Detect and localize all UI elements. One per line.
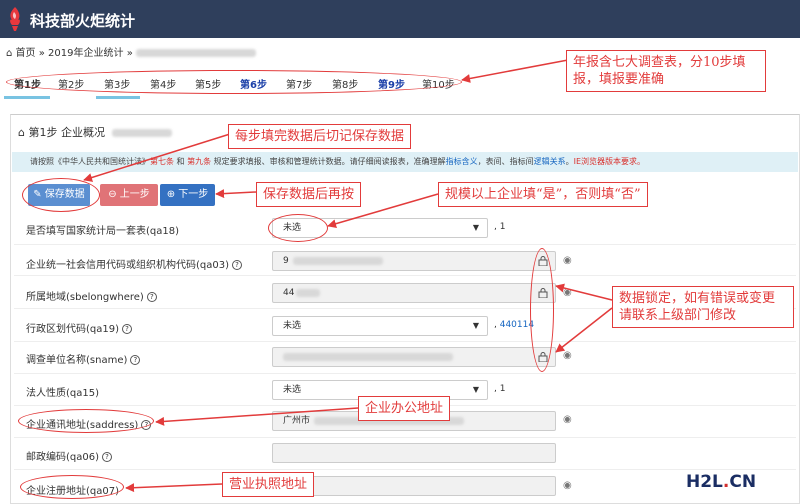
sname-field[interactable] (272, 347, 556, 367)
qa06-field[interactable] (272, 443, 556, 463)
previous-step-button[interactable]: ⊖ 上一步 (100, 184, 158, 206)
divider (14, 341, 796, 342)
belongwhere-label: 所属地域(sbelongwhere)? (26, 288, 157, 303)
help-icon[interactable]: ? (232, 260, 243, 270)
site-watermark: H2L.CN (686, 472, 756, 492)
notice-text: 请按照《中华人民共和国统计法》 (30, 157, 150, 166)
qa15-suffix: , 1 (494, 384, 506, 394)
dropdown-caret-icon: ▼ (472, 321, 479, 330)
help-icon[interactable]: ? (122, 324, 133, 334)
lock-annotation: 数据锁定，如有错误或变更请联系上级部门修改 (612, 286, 794, 328)
qa06-label-text: 邮政编码(qa06) (26, 452, 100, 463)
eye-icon[interactable]: ◉ (563, 287, 572, 298)
qa03-label: 企业统一社会信用代码或组织机构代码(qa03)? (26, 256, 243, 271)
breadcrumb-separator: » (126, 48, 133, 59)
qa19-suffix: , 440114 (494, 320, 534, 330)
license-address-annotation: 营业执照地址 (222, 472, 315, 497)
belongwhere-value: 44 (283, 288, 295, 298)
divider (14, 469, 796, 470)
qa19-label-text: 行政区划代码(qa19) (26, 324, 120, 335)
next-step-label: 下一步 (178, 189, 209, 200)
divider (14, 244, 796, 245)
qa03-value: 9 (283, 256, 289, 266)
eye-icon[interactable]: ◉ (563, 350, 572, 361)
qa03-label-text: 企业统一社会信用代码或组织机构代码(qa03) (26, 260, 230, 271)
top-bar: 科技部火炬统计 (0, 0, 800, 38)
notice-text: 规定要求填报、审核和管理统计数据。请仔细阅读报表，准确理解 (211, 157, 446, 166)
notice-law-9: 第九条 (187, 157, 212, 166)
qa19-code: 440114 (499, 320, 535, 330)
notice-law-7: 第七条 (150, 157, 174, 166)
qa15-value: 未选 (283, 385, 302, 395)
redacted-text (112, 129, 173, 137)
watermark-main: H2L (686, 472, 723, 492)
tab-indicator (96, 96, 140, 99)
qa19-value: 未选 (283, 321, 302, 331)
qa07-field[interactable] (272, 476, 556, 496)
qa07-highlight-oval (20, 475, 124, 499)
section-title: ⌂ 第1步 企业概况 (18, 124, 173, 140)
saddress-highlight-oval (18, 409, 154, 433)
logic-relation-link[interactable]: 逻辑关系 (534, 157, 566, 166)
next-annotation: 保存数据后再按 (256, 182, 362, 207)
sname-label-text: 调查单位名称(sname) (26, 355, 128, 366)
notice-text: 和 (174, 157, 188, 166)
qa18-suffix: , 1 (494, 222, 506, 232)
breadcrumb-current[interactable]: 2019年企业统计 (48, 48, 123, 59)
app-title: 科技部火炬统计 (30, 12, 136, 30)
ie-version-link[interactable]: IE浏览器版本要求。 (574, 157, 645, 166)
divider (14, 275, 796, 276)
eye-icon[interactable]: ◉ (563, 480, 572, 491)
forward-circle-icon: ⊕ (166, 189, 176, 200)
active-tab-indicator (4, 96, 50, 99)
eye-icon[interactable]: ◉ (563, 414, 572, 425)
save-button-highlight-oval (22, 178, 100, 212)
breadcrumb: ⌂ 首页 » 2019年企业统计 » (6, 44, 256, 59)
belongwhere-field[interactable]: 44 (272, 283, 556, 303)
qa19-select[interactable]: 未选 ▼ (272, 316, 488, 336)
steps-annotation: 年报含七大调查表，分10步填报，填报要准确 (566, 50, 766, 92)
dropdown-caret-icon: ▼ (472, 223, 479, 232)
divider (14, 373, 796, 374)
next-step-button[interactable]: ⊕ 下一步 (160, 184, 215, 206)
notice-bar: 请按照《中华人民共和国统计法》第七条 和 第九条 规定要求填报、审核和管理统计数… (12, 152, 798, 172)
qa18-highlight-oval (268, 214, 328, 242)
help-icon[interactable]: ? (146, 292, 157, 302)
divider (14, 437, 796, 438)
lock-column-highlight-oval (530, 248, 554, 372)
dropdown-caret-icon: ▼ (472, 385, 479, 394)
office-address-annotation: 企业办公地址 (358, 396, 451, 421)
belongwhere-label-text: 所属地域(sbelongwhere) (26, 292, 144, 303)
eye-icon[interactable]: ◉ (563, 255, 572, 266)
save-annotation: 每步填完数据后切记保存数据 (228, 124, 412, 149)
indicator-meaning-link[interactable]: 指标含义 (446, 157, 478, 166)
steps-highlight-oval (6, 70, 462, 94)
redacted-value (283, 352, 453, 361)
notice-text: 。 (565, 157, 574, 166)
qa03-field[interactable]: 9 (272, 251, 556, 271)
help-icon[interactable]: ? (102, 452, 113, 462)
qa15-label: 法人性质(qa15) (26, 388, 100, 399)
section-title-text: 第1步 企业概况 (28, 126, 105, 139)
breadcrumb-home[interactable]: 首页 (16, 48, 36, 59)
home-icon: ⌂ (18, 126, 25, 139)
torch-logo-icon (10, 7, 20, 31)
watermark-tld: CN (729, 472, 757, 492)
qa18-label: 是否填写国家统计局一套表(qa18) (26, 226, 180, 237)
breadcrumb-separator: » (38, 48, 45, 59)
redacted-company-name (136, 49, 256, 57)
redacted-value (296, 288, 321, 297)
notice-text: ，表间、指标间 (477, 157, 534, 166)
sname-label: 调查单位名称(sname)? (26, 351, 141, 366)
back-circle-icon: ⊖ (108, 189, 117, 200)
previous-step-label: 上一步 (119, 189, 150, 200)
yes-no-annotation: 规模以上企业填“是”，否则填“否” (438, 182, 648, 207)
saddress-value: 广州市 (283, 416, 311, 426)
home-icon[interactable]: ⌂ (6, 48, 12, 59)
qa06-label: 邮政编码(qa06)? (26, 448, 113, 463)
help-icon[interactable]: ? (130, 355, 141, 365)
redacted-value (292, 256, 383, 265)
qa19-label: 行政区划代码(qa19)? (26, 320, 133, 335)
